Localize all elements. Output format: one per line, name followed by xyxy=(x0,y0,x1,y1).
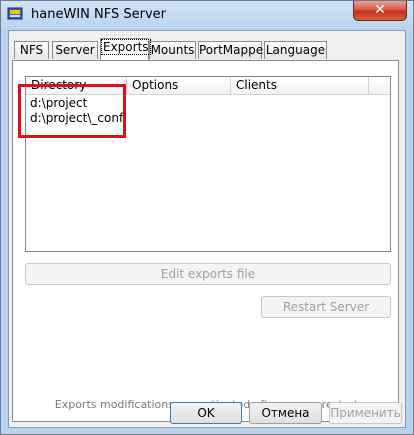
restart-server-button[interactable]: Restart Server xyxy=(261,296,391,318)
apply-button[interactable]: Применить xyxy=(329,402,402,424)
window-title: haneWIN NFS Server xyxy=(31,7,166,22)
tab-portmapper[interactable]: PortMapper xyxy=(198,41,268,59)
directory-cell: d:\project xyxy=(30,96,88,110)
close-button[interactable]: ✕ xyxy=(353,1,407,21)
list-rows: d:\project d:\project\_conf xyxy=(30,96,123,126)
dialog-client: NFS Server Exports Mounts PortMapper Lan… xyxy=(8,30,406,428)
list-item[interactable]: d:\project xyxy=(30,96,123,111)
tab-language[interactable]: Language xyxy=(264,41,327,59)
tab-exports[interactable]: Exports xyxy=(100,38,151,60)
column-clients[interactable]: Clients xyxy=(231,77,369,94)
app-window: haneWIN NFS Server ✕ NFS Server Exports … xyxy=(0,0,414,435)
exports-panel: Directory Options Clients d:\project d:\… xyxy=(12,60,399,422)
app-icon xyxy=(7,7,23,20)
tab-server[interactable]: Server xyxy=(52,41,98,59)
list-header: Directory Options Clients xyxy=(26,77,390,95)
close-icon: ✕ xyxy=(374,2,386,18)
ok-button[interactable]: OK xyxy=(170,402,242,424)
exports-list[interactable]: Directory Options Clients d:\project d:\… xyxy=(25,76,391,252)
tab-nfs[interactable]: NFS xyxy=(14,41,49,59)
title-bar[interactable]: haneWIN NFS Server ✕ xyxy=(1,1,413,29)
directory-cell: d:\project\_conf xyxy=(30,111,124,125)
cancel-button[interactable]: Отмена xyxy=(249,402,322,424)
edit-exports-button[interactable]: Edit exports file xyxy=(25,263,391,285)
column-directory[interactable]: Directory xyxy=(26,77,127,94)
column-options[interactable]: Options xyxy=(127,77,231,94)
tab-mounts[interactable]: Mounts xyxy=(149,41,196,59)
list-item[interactable]: d:\project\_conf xyxy=(30,111,123,126)
